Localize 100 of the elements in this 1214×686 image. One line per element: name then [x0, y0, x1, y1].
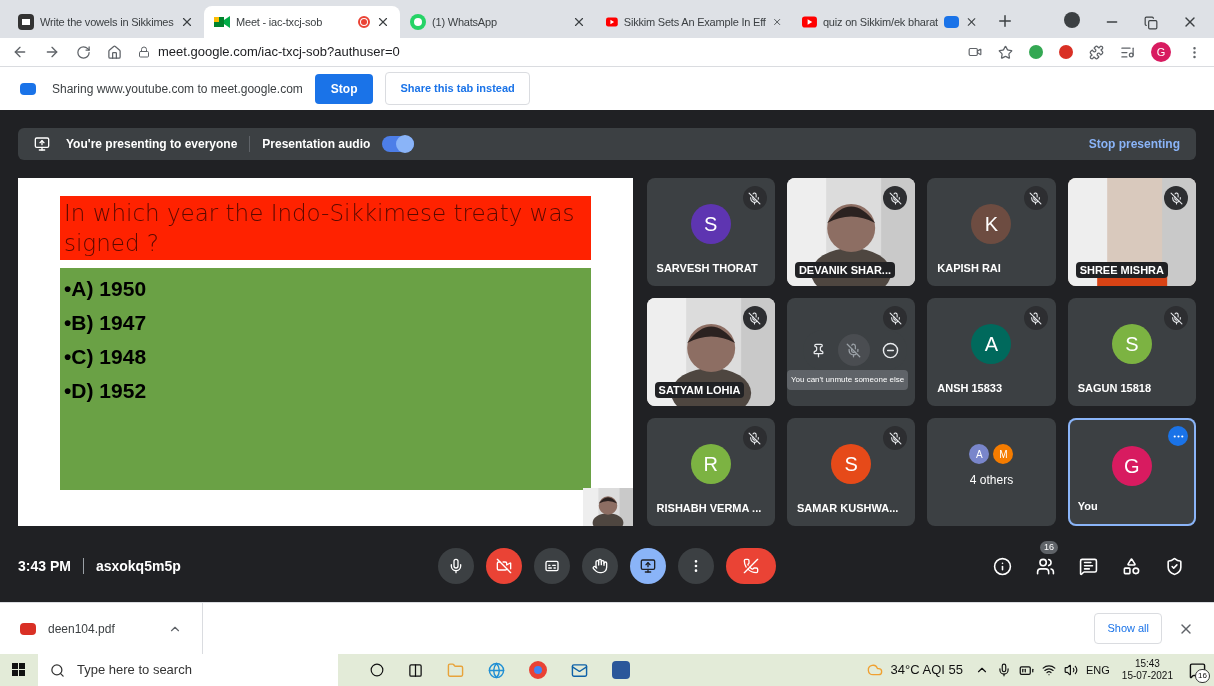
avatar: S — [690, 204, 731, 244]
avatar: K — [971, 204, 1012, 244]
tooltip: You can't unmute someone else — [786, 370, 909, 390]
audio-label: Presentation audio — [262, 136, 371, 152]
participant-name: SAGUN 15818 — [1077, 380, 1151, 396]
browser-tab[interactable]: Sikkim Sets An Example In Eff — [596, 6, 792, 38]
new-tab-icon[interactable] — [996, 12, 1014, 30]
forward-icon[interactable] — [44, 44, 60, 60]
home-icon[interactable] — [107, 44, 122, 60]
camera-off-icon — [496, 558, 512, 574]
clock-time[interactable]: 15:43 — [1134, 658, 1160, 670]
restore-icon[interactable] — [1144, 16, 1158, 30]
mic-icon[interactable] — [997, 663, 1011, 677]
windows-logo-icon[interactable] — [12, 663, 26, 677]
play-icon — [802, 16, 817, 28]
pdf-file-icon — [20, 622, 36, 635]
avatar: A — [971, 324, 1012, 364]
present-screen-button[interactable] — [630, 548, 666, 584]
browser-tab[interactable]: Meet - iac-txcj-sob — [204, 6, 400, 38]
avatar: A — [969, 444, 990, 464]
clock-date[interactable]: 15-07-2021 — [1121, 670, 1173, 682]
reload-icon[interactable] — [76, 44, 91, 60]
close-tab-icon[interactable] — [180, 15, 194, 29]
notification-count: 16 — [1195, 668, 1210, 683]
extension-icon[interactable] — [1059, 45, 1073, 59]
captions-icon — [544, 558, 560, 574]
browser-icon[interactable] — [488, 661, 505, 679]
avatar: M — [993, 444, 1014, 464]
participant-name: KAPISH RAI — [937, 260, 1001, 276]
presenting-status: You're presenting to everyone — [66, 136, 238, 152]
answer-option: •D) 1952 — [64, 374, 587, 408]
avatar: S — [1111, 324, 1152, 364]
close-tab-icon[interactable] — [572, 15, 586, 29]
hand-icon — [592, 558, 608, 574]
pin-icon[interactable] — [810, 342, 826, 358]
sharing-message: Sharing www.youtube.com to meet.google.com — [52, 80, 303, 97]
meeting-time: 3:43 PM — [18, 557, 71, 576]
remove-icon[interactable] — [881, 341, 899, 359]
cortana-icon[interactable] — [370, 663, 384, 677]
tab-title: Sikkim Sets An Example In Eff — [623, 14, 766, 30]
answer-option: •B) 1947 — [64, 306, 587, 340]
participant-name: You — [1077, 498, 1098, 514]
stop-button[interactable]: Stop — [314, 73, 374, 104]
weather-icon — [866, 662, 883, 678]
extensions-icon[interactable] — [1089, 44, 1104, 60]
participant-name: SAMAR KUSHWA... — [796, 500, 899, 516]
present-screen-icon — [640, 558, 656, 574]
participant-name: RISHABH VERMA ... — [656, 500, 762, 516]
play-icon — [606, 16, 618, 28]
media-control-icon[interactable] — [1120, 44, 1135, 60]
info-icon[interactable] — [993, 556, 1012, 576]
shield-lock-icon[interactable] — [1165, 556, 1184, 576]
close-tab-icon[interactable] — [376, 15, 390, 29]
end-call-button[interactable] — [726, 548, 776, 584]
taskbar-search-field[interactable]: Type here to search — [38, 654, 338, 686]
camera-icon[interactable] — [968, 45, 982, 59]
speaker-icon[interactable] — [1064, 663, 1078, 677]
shapes-icon[interactable] — [1122, 556, 1141, 576]
camera-off-button[interactable] — [486, 548, 522, 584]
mic-icon — [448, 558, 464, 574]
tab-title: quiz on Sikkim/ek bharat — [822, 14, 938, 30]
tab-title: Meet - iac-txcj-sob — [236, 14, 324, 30]
muted-mic-icon — [846, 342, 862, 358]
tab-title: (1) WhatsApp — [432, 14, 498, 30]
share-tab-button[interactable]: Share this tab instead — [385, 72, 530, 105]
answer-option: •C) 1948 — [64, 340, 587, 374]
hand-button[interactable] — [582, 548, 618, 584]
mail-icon[interactable] — [571, 661, 588, 679]
avatar: G — [1111, 446, 1152, 486]
chat-bubble-icon — [410, 14, 426, 30]
extension-icon[interactable] — [1029, 45, 1043, 59]
others-count: 4 others — [969, 472, 1014, 488]
browser-tab[interactable]: quiz on Sikkim/ek bharat — [792, 6, 988, 38]
address-bar[interactable]: meet.google.com/iac-txcj-sob?authuser=0 — [138, 42, 952, 62]
question-text: In which year the Indo-Sikkimese treaty was signed ? — [64, 200, 575, 256]
unmute-button[interactable] — [837, 334, 870, 366]
more-options-icon[interactable] — [1168, 426, 1188, 446]
stop-presenting-button[interactable]: Stop presenting — [1088, 136, 1180, 152]
browser-icon[interactable] — [529, 661, 547, 679]
video-camera-icon — [214, 15, 230, 29]
end-call-icon — [743, 558, 759, 574]
show-all-button[interactable]: Show all — [1094, 613, 1162, 644]
wifi-icon[interactable] — [1042, 663, 1056, 677]
audio-toggle[interactable] — [382, 136, 415, 152]
profile-avatar[interactable]: G — [1151, 42, 1171, 62]
tab-title: Write the vowels in Sikkimes — [40, 14, 174, 30]
answer-option: •A) 1950 — [64, 272, 587, 306]
weather-text[interactable]: 34°C AQI 55 — [890, 660, 963, 680]
task-view-icon[interactable] — [408, 662, 423, 678]
browser-tab[interactable]: Write the vowels in Sikkimes — [8, 6, 204, 38]
participant-count: 16 — [1040, 540, 1058, 554]
bookmark-star-icon[interactable] — [998, 44, 1013, 60]
mic-button[interactable] — [438, 548, 474, 584]
download-filename[interactable]: deen104.pdf — [48, 620, 168, 637]
captions-button[interactable] — [534, 548, 570, 584]
avatar: R — [690, 444, 731, 484]
back-icon[interactable] — [12, 44, 28, 60]
language-indicator[interactable]: ENG — [1086, 661, 1110, 679]
chat-icon[interactable] — [1079, 556, 1098, 576]
browser-tab[interactable]: (1) WhatsApp — [400, 6, 596, 38]
